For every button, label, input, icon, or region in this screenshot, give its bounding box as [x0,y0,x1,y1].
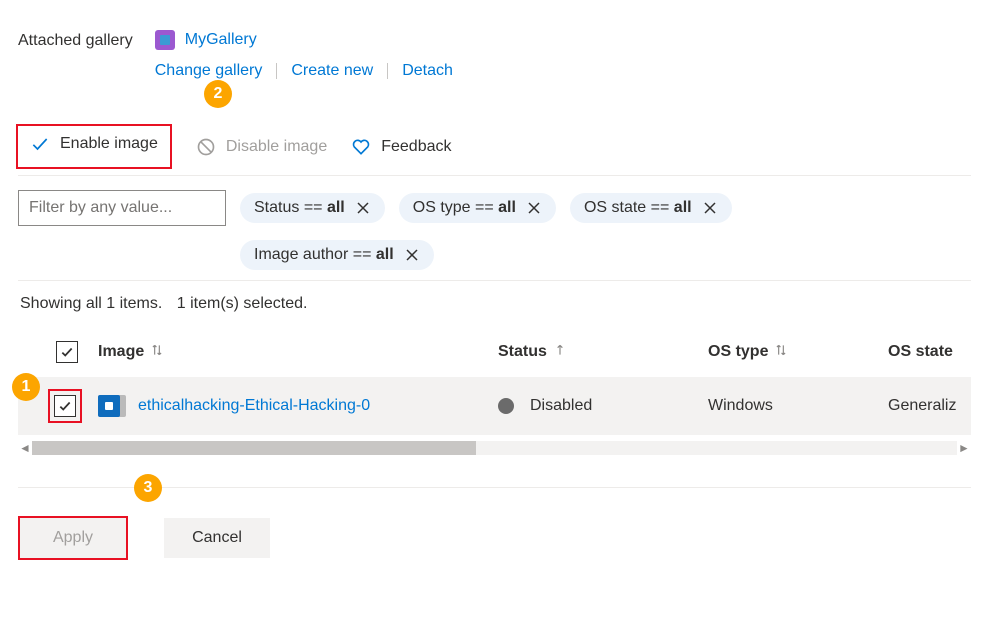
disable-image-button: Disable image [196,137,327,157]
attached-gallery-label: Attached gallery [18,30,133,50]
highlight-apply-button: Apply [18,516,128,560]
chip-field: Image author [254,246,348,263]
highlight-row-checkbox [48,389,82,423]
chip-remove-icon[interactable] [355,200,371,216]
disable-image-label: Disable image [226,138,327,156]
scroll-track[interactable] [32,441,957,455]
enable-image-label: Enable image [60,135,158,153]
table-row[interactable]: ethicalhacking-Ethical-Hacking-0 Disable… [18,377,971,435]
feedback-button[interactable]: Feedback [351,137,451,157]
highlight-enable-image: Enable image [16,124,172,169]
separator [276,63,277,79]
vm-image-icon [98,395,126,417]
chip-op: == [475,199,494,216]
separator [387,63,388,79]
chip-op: == [304,199,323,216]
scroll-left-icon[interactable]: ◄ [18,441,32,455]
apply-button[interactable]: Apply [20,518,126,558]
chip-remove-icon[interactable] [404,247,420,263]
filter-chip-status[interactable]: Status == all [240,193,385,223]
summary-selected: 1 item(s) selected. [177,295,308,312]
osstate-text: Generaliz [888,397,956,415]
create-new-link[interactable]: Create new [291,62,373,80]
column-header-osstate[interactable]: OS state [888,343,971,361]
status-text: Disabled [530,397,592,415]
column-header-ostype[interactable]: OS type [708,343,888,362]
enable-image-button[interactable]: Enable image [30,134,158,154]
heart-icon [351,137,371,157]
chip-value: all [376,246,394,263]
chip-remove-icon[interactable] [702,200,718,216]
chip-field: OS type [413,199,471,216]
column-label: OS type [708,343,768,361]
annotation-1: 1 [12,373,40,401]
chip-field: Status [254,199,299,216]
chip-op: == [651,199,670,216]
gallery-name-link[interactable]: MyGallery [185,31,257,49]
column-label: Image [98,343,144,361]
annotation-3: 3 [134,474,162,502]
row-checkbox[interactable] [54,395,76,417]
column-header-image[interactable]: Image [98,343,498,362]
column-label: OS state [888,343,953,361]
scroll-thumb[interactable] [32,441,476,455]
sort-icon [150,343,164,362]
column-header-status[interactable]: Status [498,343,708,362]
gallery-icon [155,30,175,50]
image-name-link[interactable]: ethicalhacking-Ethical-Hacking-0 [138,397,370,415]
chip-op: == [353,246,372,263]
summary-count: Showing all 1 items. [20,295,162,312]
prohibit-icon [196,137,216,157]
filter-chip-ostype[interactable]: OS type == all [399,193,556,223]
filter-chip-osstate[interactable]: OS state == all [570,193,732,223]
status-dot-icon [498,398,514,414]
chip-remove-icon[interactable] [526,200,542,216]
filter-input[interactable] [18,190,226,226]
annotation-2: 2 [204,80,232,108]
chip-field: OS state [584,199,646,216]
ostype-text: Windows [708,397,773,415]
column-label: Status [498,343,547,361]
scroll-right-icon[interactable]: ► [957,441,971,455]
change-gallery-link[interactable]: Change gallery [155,62,263,80]
feedback-label: Feedback [381,138,451,156]
check-icon [30,134,50,154]
sort-asc-icon [553,343,567,362]
horizontal-scrollbar[interactable]: ◄ ► [18,439,971,457]
select-all-checkbox[interactable] [56,341,78,363]
chip-value: all [674,199,692,216]
chip-value: all [327,199,345,216]
filter-chip-author[interactable]: Image author == all [240,240,434,270]
chip-value: all [498,199,516,216]
cancel-button[interactable]: Cancel [164,518,270,558]
sort-icon [774,343,788,362]
detach-link[interactable]: Detach [402,62,453,80]
